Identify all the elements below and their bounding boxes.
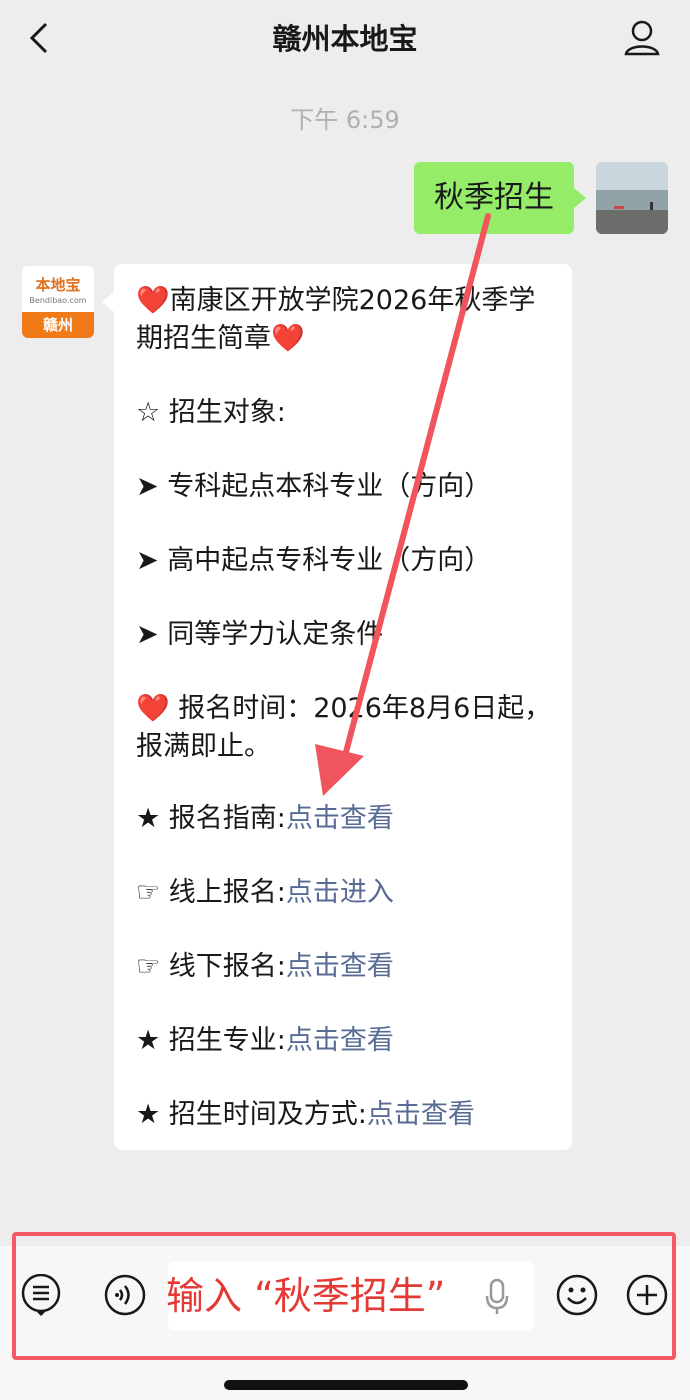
heart-icon: ❤️	[136, 693, 170, 724]
avatar-city: 赣州	[22, 312, 94, 338]
list-item: ➤ 同等学力认定条件	[136, 619, 384, 650]
home-indicator[interactable]	[224, 1380, 468, 1390]
user-avatar[interactable]	[596, 162, 668, 234]
sent-message-text: 秋季招生	[434, 180, 554, 215]
reply-message-bubble[interactable]: ❤️南康区开放学院2026年秋季学期招生简章❤️ ☆ 招生对象: ➤ 专科起点本…	[102, 264, 572, 1150]
target-label: ☆ 招生对象:	[136, 397, 286, 428]
mic-icon[interactable]	[484, 1278, 510, 1316]
link-row: ★ 招生专业:点击查看	[136, 1022, 556, 1060]
schedule-link[interactable]: 点击查看	[367, 1099, 475, 1130]
heart-icon: ❤️	[136, 285, 170, 316]
link-prefix: ★ 招生时间及方式:	[136, 1099, 367, 1130]
plus-icon[interactable]	[626, 1274, 668, 1316]
profile-person-icon[interactable]	[622, 18, 662, 58]
signup-time-text: 报名时间：2026年8月6日起，报满即止。	[136, 693, 552, 762]
account-avatar[interactable]: 本地宝 Bendibao.com 赣州	[22, 266, 94, 338]
link-prefix: ★ 报名指南:	[136, 803, 286, 834]
top-bar: 赣州本地宝	[0, 0, 690, 80]
menu-icon[interactable]	[20, 1274, 62, 1316]
avatar-site: Bendibao.com	[29, 296, 87, 305]
link-prefix: ★ 招生专业:	[136, 1025, 286, 1056]
link-prefix: ☞ 线下报名:	[136, 951, 286, 982]
link-row: ☞ 线上报名:点击进入	[136, 874, 556, 912]
reply-title-text: 南康区开放学院2026年秋季学期招生简章	[136, 285, 536, 354]
voice-icon[interactable]	[104, 1274, 146, 1316]
heart-icon: ❤️	[271, 323, 305, 354]
emoji-icon[interactable]	[556, 1274, 598, 1316]
list-item: ➤ 高中起点专科专业（方向）	[136, 545, 492, 576]
link-prefix: ☞ 线上报名:	[136, 877, 286, 908]
link-row: ★ 报名指南:点击查看	[136, 800, 556, 838]
link-row: ☞ 线下报名:点击查看	[136, 948, 556, 986]
list-item: ➤ 专科起点本科专业（方向）	[136, 471, 492, 502]
user-avatar-image	[596, 162, 668, 234]
reply-title: ❤️南康区开放学院2026年秋季学期招生简章❤️	[136, 282, 556, 358]
sent-message-bubble[interactable]: 秋季招生	[414, 162, 586, 234]
signup-time: ❤️ 报名时间：2026年8月6日起，报满即止。	[136, 690, 556, 766]
avatar-brand: 本地宝	[35, 276, 81, 294]
input-hint-text: 输入 “秋季招生”	[166, 1274, 446, 1318]
message-timestamp: 下午 6:59	[290, 106, 400, 134]
signup-guide-link[interactable]: 点击查看	[286, 803, 394, 834]
chat-title: 赣州本地宝	[272, 22, 418, 56]
online-signup-link[interactable]: 点击进入	[286, 877, 394, 908]
link-row: ★ 招生时间及方式:点击查看	[136, 1096, 556, 1134]
offline-signup-link[interactable]: 点击查看	[286, 951, 394, 982]
majors-link[interactable]: 点击查看	[286, 1025, 394, 1056]
